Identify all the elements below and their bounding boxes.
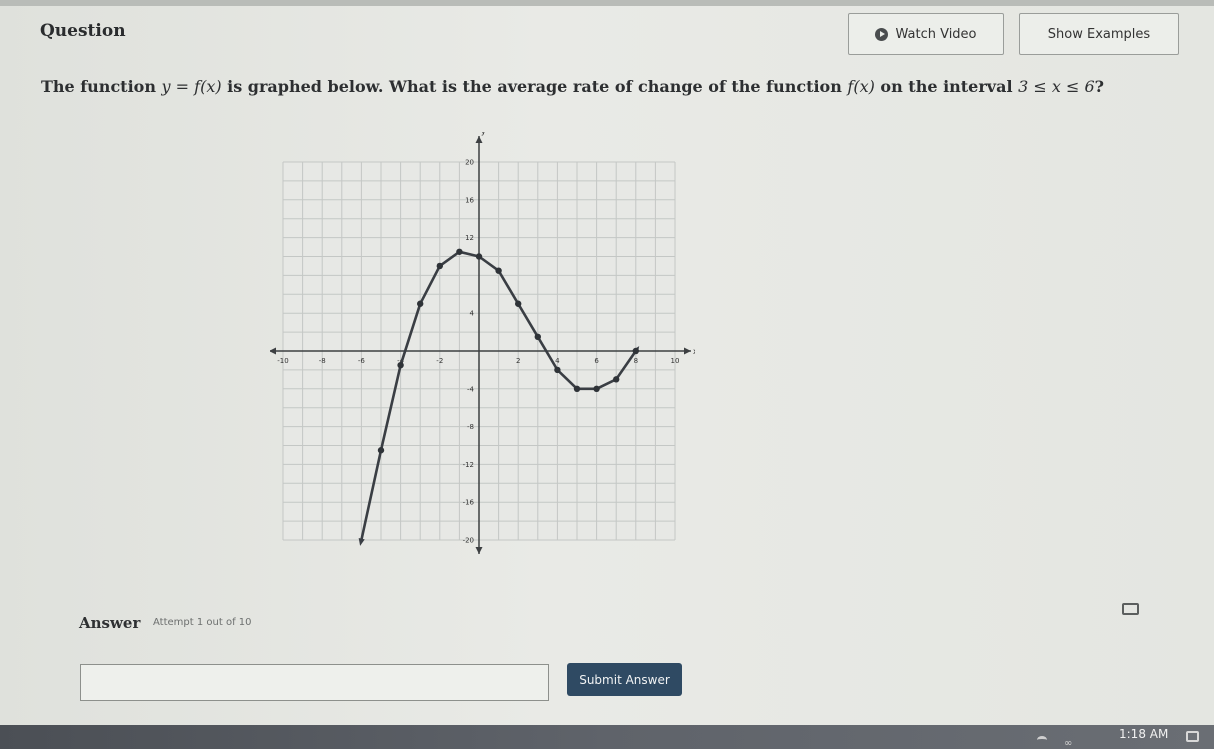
taskbar-clock: 1:18 AM	[1119, 727, 1169, 741]
data-point	[632, 347, 639, 355]
data-point	[377, 447, 385, 454]
x-tick-label: -10	[277, 357, 288, 365]
x-axis-arrow-right	[684, 347, 691, 355]
x-tick-label: 6	[594, 357, 599, 365]
data-point	[515, 300, 522, 307]
play-icon	[875, 27, 889, 41]
data-point	[554, 366, 561, 374]
curve-arrow-start	[358, 537, 365, 546]
top-border	[0, 0, 1214, 6]
question-part-3: on the interval	[874, 77, 1019, 96]
x-tick-label: -8	[319, 357, 326, 365]
y-tick-label: 16	[465, 196, 474, 204]
x-tick-label: 2	[516, 357, 520, 365]
question-part-4: ?	[1094, 77, 1105, 96]
show-examples-label: Show Examples	[1047, 26, 1151, 42]
function-graph: xy-10-8-6-4-2246810-20-16-12-8-44121620	[270, 132, 695, 554]
question-equation-1: y = f(x)	[161, 77, 222, 96]
question-equation-2: f(x)	[847, 77, 875, 96]
y-tick-label: -16	[463, 499, 475, 507]
question-part-2: is graphed below. What is the average ra…	[221, 77, 848, 96]
x-tick-label: -2	[436, 357, 443, 365]
question-text: The function y = f(x) is graphed below. …	[41, 77, 1104, 96]
submit-answer-button[interactable]: Submit Answer	[567, 663, 682, 696]
attempt-counter: Attempt 1 out of 10	[153, 617, 252, 628]
question-interval: 3 ≤ x ≤ 6	[1018, 77, 1095, 96]
data-point	[495, 267, 502, 274]
x-axis-arrow-left	[270, 347, 276, 355]
y-tick-label: -12	[463, 461, 474, 469]
watch-video-button[interactable]: Watch Video	[848, 13, 1004, 55]
question-part-1: The function	[41, 77, 162, 96]
answer-label: Answer	[79, 614, 141, 632]
data-point	[417, 300, 424, 307]
y-tick-label: -4	[467, 385, 475, 393]
notification-icon[interactable]	[1186, 731, 1199, 742]
y-axis-arrow-up	[475, 136, 483, 143]
x-tick-label: 10	[671, 357, 680, 365]
y-axis-label: y	[481, 132, 486, 136]
wifi-icon[interactable]	[1037, 736, 1047, 744]
data-point	[573, 385, 581, 392]
data-point	[593, 385, 600, 392]
data-point	[475, 253, 483, 260]
y-tick-label: -8	[467, 423, 474, 431]
answer-input[interactable]	[80, 664, 549, 701]
watch-video-label: Watch Video	[895, 26, 977, 42]
y-tick-label: 4	[470, 310, 475, 318]
y-axis-arrow-down	[475, 547, 483, 554]
y-tick-label: 12	[465, 234, 474, 242]
data-point	[397, 361, 404, 369]
show-examples-button[interactable]: Show Examples	[1019, 13, 1179, 55]
y-tick-label: -20	[463, 537, 474, 545]
y-tick-label: 20	[465, 159, 474, 167]
keyboard-icon[interactable]	[1122, 603, 1139, 615]
taskbar	[0, 725, 1214, 749]
data-point	[436, 262, 443, 270]
x-tick-label: -6	[358, 357, 366, 365]
page-title: Question	[40, 21, 126, 41]
data-point	[534, 333, 541, 341]
x-axis-label: x	[693, 347, 695, 356]
data-point	[456, 248, 463, 255]
link-icon[interactable]: ∞	[1064, 738, 1072, 749]
x-tick-label: 4	[555, 357, 560, 365]
data-point	[613, 376, 620, 383]
x-tick-label: 8	[634, 357, 638, 365]
